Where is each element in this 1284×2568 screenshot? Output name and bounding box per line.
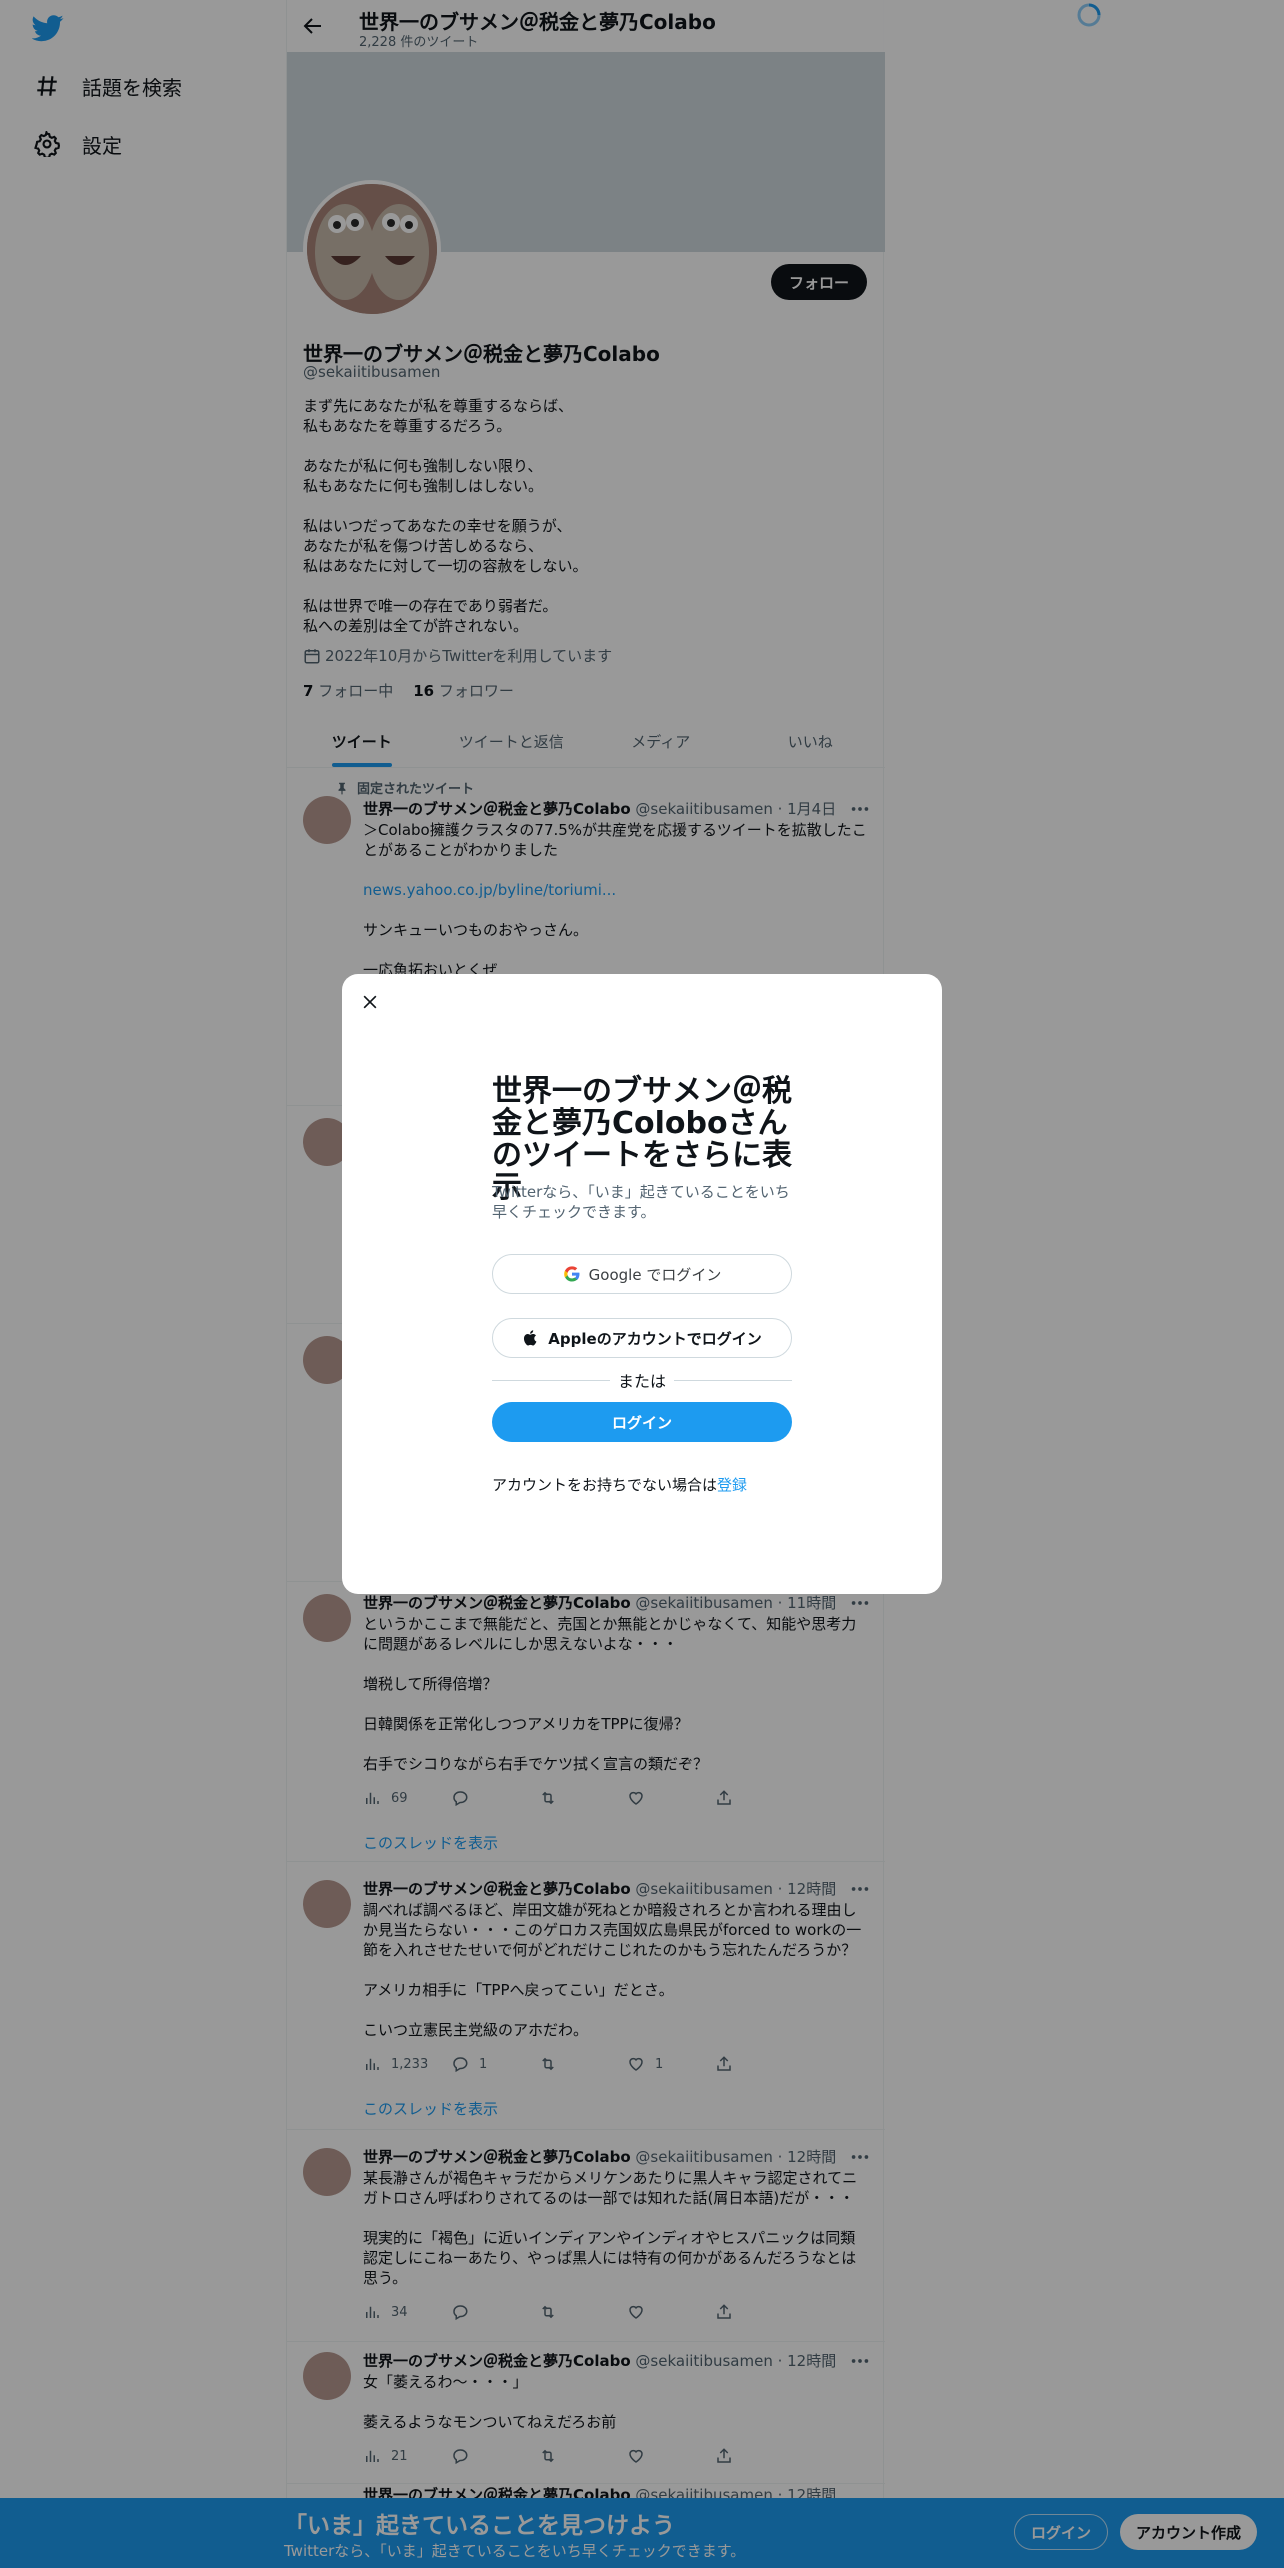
- or-divider: または: [492, 1368, 793, 1392]
- page: 話題を検索 設定 世界一のブサメン＠税金と夢乃Colabo 2,228 件のツイ…: [0, 0, 1284, 2568]
- login-button[interactable]: ログイン: [492, 1402, 792, 1442]
- signup-prompt: アカウントをお持ちでない場合は登録: [492, 1474, 747, 1495]
- apple-login-label: Appleのアカウントでログイン: [548, 1329, 762, 1348]
- divider-line: [492, 1379, 610, 1381]
- signup-link[interactable]: 登録: [717, 1476, 747, 1494]
- login-modal: 世界一のブサメン＠税金と夢乃Coloboさんのツイートをさらに表示 Twitte…: [342, 974, 942, 1594]
- divider-line: [674, 1379, 793, 1381]
- google-login-label: Google でログイン: [588, 1265, 722, 1284]
- or-label: または: [618, 1372, 667, 1391]
- signup-prompt-text: アカウントをお持ちでない場合は: [492, 1476, 718, 1494]
- close-icon[interactable]: [356, 988, 384, 1016]
- google-login-button[interactable]: Google でログイン: [492, 1254, 792, 1294]
- apple-icon: [522, 1329, 540, 1347]
- apple-login-button[interactable]: Appleのアカウントでログイン: [492, 1318, 792, 1358]
- modal-subtitle: Twitterなら、「いま」起きていることをいち早くチェックできます。: [492, 1183, 790, 1221]
- google-icon: [563, 1265, 581, 1283]
